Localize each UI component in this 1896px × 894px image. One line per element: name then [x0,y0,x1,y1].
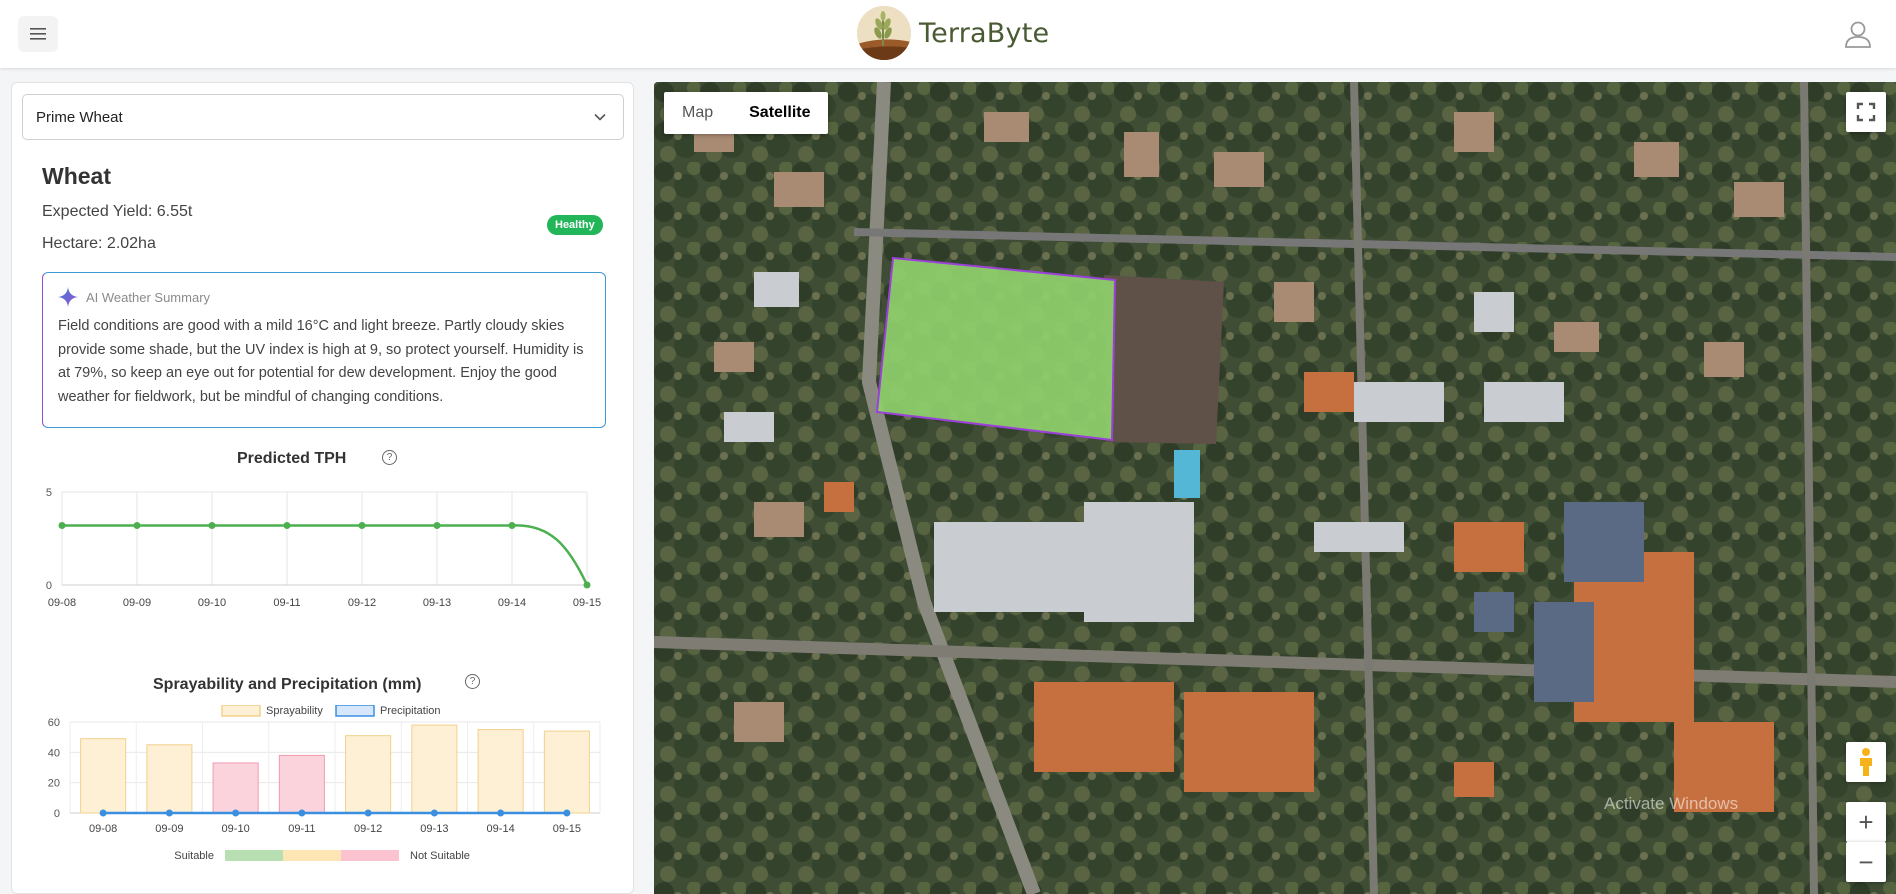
y-tick-label: 0 [46,580,52,592]
hamburger-menu-icon [30,28,46,40]
map-tab[interactable]: Map [664,92,731,134]
tph-point [208,521,216,529]
precipitation-point [563,809,571,817]
expected-yield: Expected Yield: 6.55t [42,203,193,220]
zoom-in-button[interactable]: + [1846,802,1886,842]
scale-segment [283,850,341,861]
precipitation-point [99,809,107,817]
x-tick-label: 09-14 [487,823,515,835]
x-tick-label: 09-08 [48,597,76,609]
sparkle-icon [58,287,78,307]
ai-summary-text: Field conditions are good with a mild 16… [58,318,584,405]
legend-swatch-sprayability [221,705,261,717]
satellite-imagery [654,82,1896,894]
legend-label-sprayability: Sprayability [266,705,323,717]
x-tick-label: 09-08 [89,823,117,835]
x-tick-label: 09-15 [573,597,601,609]
scale-label-suitable: Suitable [174,850,214,862]
x-tick-label: 09-15 [553,823,581,835]
scale-segment [341,850,399,861]
legend-swatch-precipitation [335,705,375,717]
x-tick-label: 09-10 [198,597,226,609]
brand-name: TerraByte [919,17,1050,49]
precipitation-point [430,809,438,817]
street-view-button[interactable] [1846,742,1886,782]
tph-help-icon[interactable]: ? [382,450,397,465]
zoom-out-button[interactable]: − [1846,842,1886,882]
tph-point [358,521,366,529]
precipitation-point [165,809,173,817]
spray-bar [543,730,590,814]
tph-point [133,521,141,529]
hamburger-menu-button[interactable] [18,16,58,52]
tph-chart-title: Predicted TPH [237,450,347,467]
top-bar: TerraByte [0,0,1896,68]
x-tick-label: 09-14 [498,597,526,609]
y-tick-label: 0 [54,808,60,820]
x-tick-label: 09-12 [348,597,376,609]
user-profile-button[interactable] [1842,18,1874,50]
scale-segment [225,850,283,861]
field-details-panel: Prime Wheat Wheat Expected Yield: 6.55t … [11,82,634,894]
y-tick-label: 20 [48,778,60,790]
x-tick-label: 09-13 [420,823,448,835]
tph-point [283,521,291,529]
spray-bar [278,754,325,814]
watermark-text: Activate Windows [1604,794,1739,813]
spray-chart: Sprayability Precipitation 0 20 40 60 09-08 09-… [48,705,601,862]
precipitation-point [232,809,240,817]
legend-label-precipitation: Precipitation [380,705,441,717]
satellite-tab[interactable]: Satellite [731,92,828,134]
tph-point [508,521,516,529]
map-type-toggle[interactable]: Map Satellite [664,92,829,134]
x-tick-label: 09-12 [354,823,382,835]
ai-weather-summary: AI Weather Summary Field conditions are … [42,272,606,428]
tph-point [433,521,441,529]
hectare: Hectare: 2.02ha [42,235,156,252]
tph-series-line [62,524,589,586]
y-tick-label: 40 [48,747,60,759]
spray-bar [80,738,127,814]
precipitation-point [364,809,372,817]
x-tick-label: 09-09 [123,597,151,609]
chevron-down-icon [594,113,606,121]
fullscreen-icon [1856,102,1876,122]
status-badge: Healthy [547,215,603,235]
scale-label-not-suitable: Not Suitable [410,850,470,862]
wheat-logo-icon [857,6,911,60]
x-tick-label: 09-09 [155,823,183,835]
tph-chart: 0 5 09-08 09-09 09-10 09-11 09-12 09-13 09-14 09-… [46,487,601,609]
user-profile-icon [1845,21,1871,48]
ai-summary-title: AI Weather Summary [86,289,211,305]
satellite-map[interactable]: Map Satellite + − Activate Windows [654,82,1896,894]
spray-chart-title: Sprayability and Precipitation (mm) [153,676,422,693]
x-tick-label: 09-11 [288,823,315,835]
spray-bar [411,724,458,814]
x-tick-label: 09-13 [423,597,451,609]
tph-point [583,581,591,589]
precipitation-point [497,809,505,817]
y-tick-label: 60 [48,717,60,729]
spray-bar [477,729,524,814]
y-tick-label: 5 [46,487,52,499]
crop-name: Wheat [42,163,111,189]
spray-bar [146,744,193,814]
brand-logo[interactable]: TerraByte [857,6,1049,60]
fullscreen-button[interactable] [1846,92,1886,132]
tph-point [58,521,66,529]
field-select-value: Prime Wheat [36,108,123,126]
x-tick-label: 09-10 [222,823,250,835]
spray-bar [345,735,392,814]
spray-bar [212,762,259,814]
spray-help-icon[interactable]: ? [465,674,480,689]
field-select-dropdown[interactable]: Prime Wheat [22,94,624,140]
precipitation-point [298,809,306,817]
x-tick-label: 09-11 [273,597,300,609]
street-view-pegman-icon [1860,748,1872,776]
